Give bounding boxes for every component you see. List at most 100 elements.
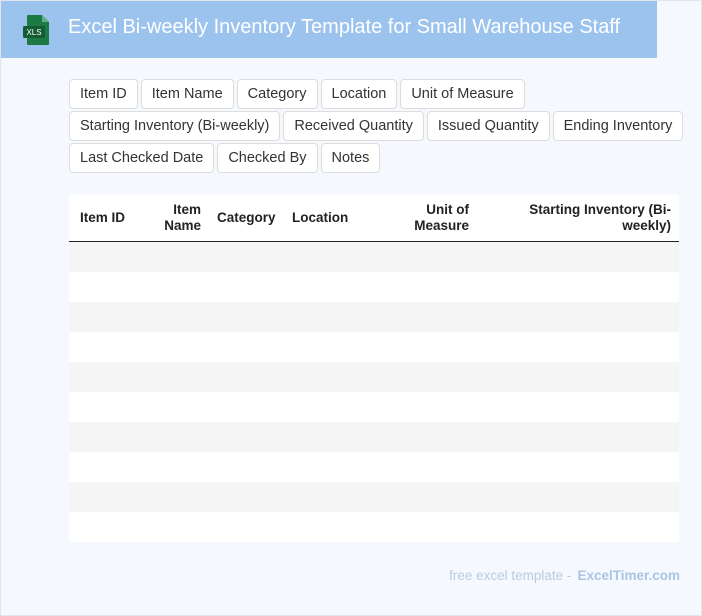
page-frame: XLS Excel Bi-weekly Inventory Template f… [0, 0, 702, 616]
table-row [69, 272, 679, 302]
column-header-location[interactable]: Location [284, 195, 372, 242]
table-cell[interactable] [372, 332, 477, 362]
table-cell[interactable] [133, 482, 209, 512]
table-cell[interactable] [477, 332, 679, 362]
table-cell[interactable] [477, 452, 679, 482]
table-row [69, 302, 679, 332]
table-cell[interactable] [69, 512, 133, 542]
table-cell[interactable] [209, 302, 284, 332]
table-cell[interactable] [372, 422, 477, 452]
table-cell[interactable] [284, 512, 372, 542]
table-cell[interactable] [477, 362, 679, 392]
table-cell[interactable] [209, 241, 284, 272]
table-body [69, 241, 679, 542]
field-chip-unit-of-measure[interactable]: Unit of Measure [400, 79, 525, 109]
table-cell[interactable] [372, 241, 477, 272]
table-cell[interactable] [133, 272, 209, 302]
table-cell[interactable] [284, 302, 372, 332]
table-cell[interactable] [284, 392, 372, 422]
table-cell[interactable] [69, 362, 133, 392]
field-chip-row-2: Starting Inventory (Bi-weekly) Received … [69, 111, 684, 141]
table-cell[interactable] [477, 241, 679, 272]
table-cell[interactable] [284, 452, 372, 482]
table-cell[interactable] [372, 452, 477, 482]
inventory-table: Item ID Item Name Category Location Unit… [69, 195, 679, 542]
table-cell[interactable] [477, 392, 679, 422]
table-cell[interactable] [69, 422, 133, 452]
field-chip-checked-by[interactable]: Checked By [217, 143, 318, 173]
table-cell[interactable] [69, 392, 133, 422]
svg-text:XLS: XLS [26, 28, 41, 37]
footer-brand-link[interactable]: ExcelTimer.com [577, 568, 680, 583]
header-banner: XLS Excel Bi-weekly Inventory Template f… [1, 1, 657, 58]
column-header-unit-of-measure[interactable]: Unit of Measure [372, 195, 477, 242]
table-cell[interactable] [209, 512, 284, 542]
table-cell[interactable] [284, 332, 372, 362]
table-cell[interactable] [209, 422, 284, 452]
field-chip-item-id[interactable]: Item ID [69, 79, 138, 109]
table-cell[interactable] [372, 512, 477, 542]
table-row [69, 422, 679, 452]
table-cell[interactable] [133, 452, 209, 482]
table-cell[interactable] [284, 362, 372, 392]
table-cell[interactable] [133, 362, 209, 392]
field-chip-location[interactable]: Location [320, 79, 398, 109]
column-header-category[interactable]: Category [209, 195, 284, 242]
table-cell[interactable] [69, 272, 133, 302]
table-cell[interactable] [284, 482, 372, 512]
field-chip-starting-inventory[interactable]: Starting Inventory (Bi-weekly) [69, 111, 281, 141]
table-cell[interactable] [209, 452, 284, 482]
table-cell[interactable] [284, 272, 372, 302]
table-header-row: Item ID Item Name Category Location Unit… [69, 195, 679, 242]
table-cell[interactable] [133, 392, 209, 422]
field-chip-category[interactable]: Category [236, 79, 318, 109]
table-cell[interactable] [477, 422, 679, 452]
table-row [69, 512, 679, 542]
table-cell[interactable] [372, 302, 477, 332]
field-chip-item-name[interactable]: Item Name [140, 79, 234, 109]
field-chip-received-quantity[interactable]: Received Quantity [283, 111, 424, 141]
table-row [69, 332, 679, 362]
table-cell[interactable] [477, 512, 679, 542]
table-cell[interactable] [372, 272, 477, 302]
table-cell[interactable] [69, 482, 133, 512]
footer-credit: free excel template - ExcelTimer.com [449, 568, 680, 583]
field-chip-row-1: Item ID Item Name Category Location Unit… [69, 79, 525, 109]
column-header-item-id[interactable]: Item ID [69, 195, 133, 242]
table-row [69, 452, 679, 482]
table-cell[interactable] [133, 241, 209, 272]
table-cell[interactable] [284, 422, 372, 452]
page-title: Excel Bi-weekly Inventory Template for S… [68, 16, 621, 38]
table-cell[interactable] [133, 302, 209, 332]
table-cell[interactable] [69, 241, 133, 272]
table-cell[interactable] [284, 241, 372, 272]
table-cell[interactable] [69, 332, 133, 362]
column-header-item-name[interactable]: Item Name [133, 195, 209, 242]
table-cell[interactable] [477, 272, 679, 302]
table-cell[interactable] [209, 272, 284, 302]
table-cell[interactable] [133, 512, 209, 542]
table-cell[interactable] [69, 452, 133, 482]
table-cell[interactable] [477, 482, 679, 512]
table-cell[interactable] [69, 302, 133, 332]
table-cell[interactable] [372, 362, 477, 392]
field-chip-row-3: Last Checked Date Checked By Notes [69, 143, 381, 173]
field-chip-notes[interactable]: Notes [320, 143, 381, 173]
table-row [69, 482, 679, 512]
table-row [69, 241, 679, 272]
table-row [69, 362, 679, 392]
table-cell[interactable] [209, 332, 284, 362]
table-cell[interactable] [209, 362, 284, 392]
field-chip-last-checked-date[interactable]: Last Checked Date [69, 143, 215, 173]
table-cell[interactable] [477, 302, 679, 332]
table-cell[interactable] [209, 392, 284, 422]
table-row [69, 392, 679, 422]
table-cell[interactable] [372, 392, 477, 422]
table-cell[interactable] [133, 332, 209, 362]
column-header-starting-inventory[interactable]: Starting Inventory (Bi-weekly) [477, 195, 679, 242]
table-cell[interactable] [372, 482, 477, 512]
field-chip-ending-inventory[interactable]: Ending Inventory [552, 111, 684, 141]
table-cell[interactable] [133, 422, 209, 452]
table-cell[interactable] [209, 482, 284, 512]
field-chip-issued-quantity[interactable]: Issued Quantity [426, 111, 550, 141]
